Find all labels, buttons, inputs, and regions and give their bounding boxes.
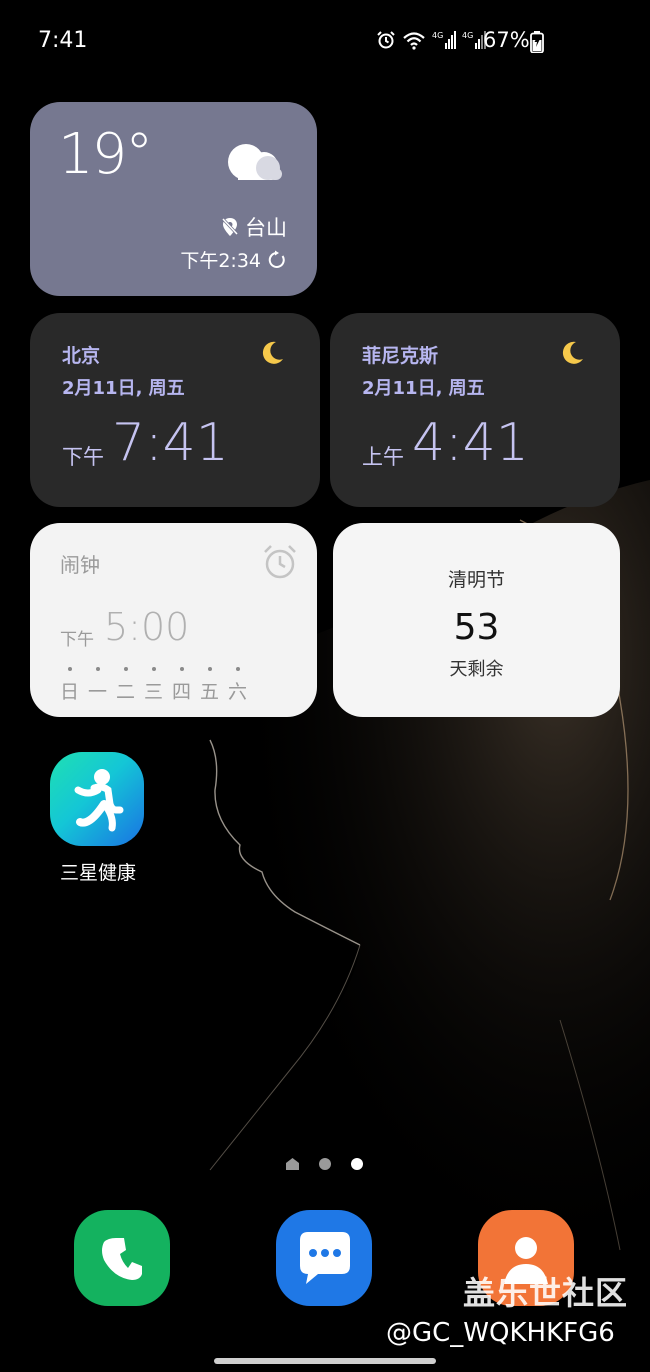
alarm-widget[interactable]: 闹钟 下午 5:00 日 一 二 三 四 五 六 bbox=[30, 523, 317, 717]
svg-text:4G: 4G bbox=[462, 31, 473, 40]
alarm-day: 四 bbox=[172, 667, 191, 704]
moon-icon bbox=[262, 341, 283, 364]
watermark-brand: 盖乐世社区 bbox=[463, 1274, 629, 1312]
battery-charging-icon bbox=[530, 31, 544, 53]
weather-widget[interactable]: 19° 台山 下午2:34 bbox=[30, 102, 317, 296]
alarm-clock-icon bbox=[264, 545, 296, 579]
world-clock-ampm: 下午 bbox=[62, 445, 104, 469]
alarm-day: 三 bbox=[144, 667, 163, 704]
weather-location: 台山 bbox=[245, 216, 287, 240]
dock-phone-app[interactable] bbox=[74, 1210, 170, 1306]
alarm-day: 二 bbox=[116, 667, 135, 704]
world-clock-ampm: 上午 bbox=[362, 445, 404, 469]
alarm-day: 一 bbox=[88, 667, 107, 704]
world-clock-time: 7:41 bbox=[112, 413, 229, 473]
status-time: 7:41 bbox=[38, 28, 88, 53]
status-icons: 4G 4G bbox=[376, 30, 486, 50]
alarm-day: 六 bbox=[228, 667, 247, 704]
world-clock-date: 2月11日, 周五 bbox=[362, 378, 485, 399]
alarm-title: 闹钟 bbox=[60, 553, 100, 577]
app-samsung-health[interactable]: 三星健康 bbox=[50, 752, 146, 884]
gesture-navigation-bar[interactable] bbox=[214, 1358, 436, 1364]
countdown-widget[interactable]: 清明节 53 天剩余 bbox=[333, 523, 620, 717]
world-clock-widget-beijing[interactable]: 北京 2月11日, 周五 下午 7:41 bbox=[30, 313, 320, 507]
home-page-icon[interactable] bbox=[286, 1158, 299, 1170]
samsung-health-icon[interactable] bbox=[50, 752, 144, 846]
page-indicator[interactable] bbox=[286, 1158, 363, 1170]
world-clock-city: 北京 bbox=[62, 345, 101, 367]
messages-icon bbox=[300, 1232, 350, 1284]
dock-messages-app[interactable] bbox=[276, 1210, 372, 1306]
world-clock-date: 2月11日, 周五 bbox=[62, 378, 185, 399]
countdown-days-label: 天剩余 bbox=[449, 659, 504, 680]
weather-updated-row: 下午2:34 bbox=[180, 246, 287, 273]
signal-4g-icon: 4G bbox=[432, 31, 456, 49]
battery-percent: 67% bbox=[483, 28, 530, 52]
alarm-day: 日 bbox=[60, 667, 79, 704]
page-dot-active[interactable] bbox=[351, 1158, 363, 1170]
alarm-day: 五 bbox=[200, 667, 219, 704]
runner-figure bbox=[74, 769, 124, 832]
world-clock-time: 4:41 bbox=[412, 413, 529, 473]
weather-location-row: 台山 bbox=[221, 212, 287, 242]
countdown-days: 53 bbox=[453, 607, 500, 648]
moon-icon bbox=[562, 341, 583, 364]
alarm-time: 5:00 bbox=[104, 605, 190, 649]
refresh-icon[interactable] bbox=[267, 250, 287, 270]
countdown-event: 清明节 bbox=[447, 569, 505, 591]
location-off-icon bbox=[221, 217, 239, 236]
app-label: 三星健康 bbox=[59, 862, 136, 884]
alarm-icon bbox=[377, 31, 395, 49]
partly-cloudy-night-icon bbox=[228, 144, 282, 180]
world-clock-city: 菲尼克斯 bbox=[362, 345, 439, 367]
weather-updated-time: 下午2:34 bbox=[180, 250, 261, 272]
phone-icon bbox=[102, 1238, 142, 1280]
page-dot[interactable] bbox=[319, 1158, 331, 1170]
svg-text:4G: 4G bbox=[432, 31, 443, 40]
wifi-icon bbox=[403, 32, 425, 50]
watermark-user: @GC_WQKHKFG6 bbox=[386, 1318, 615, 1348]
alarm-days: 日 一 二 三 四 五 六 bbox=[60, 667, 247, 704]
world-clock-widget-phoenix[interactable]: 菲尼克斯 2月11日, 周五 上午 4:41 bbox=[330, 313, 620, 507]
weather-temperature: 19° bbox=[58, 122, 153, 187]
alarm-ampm: 下午 bbox=[60, 630, 94, 650]
